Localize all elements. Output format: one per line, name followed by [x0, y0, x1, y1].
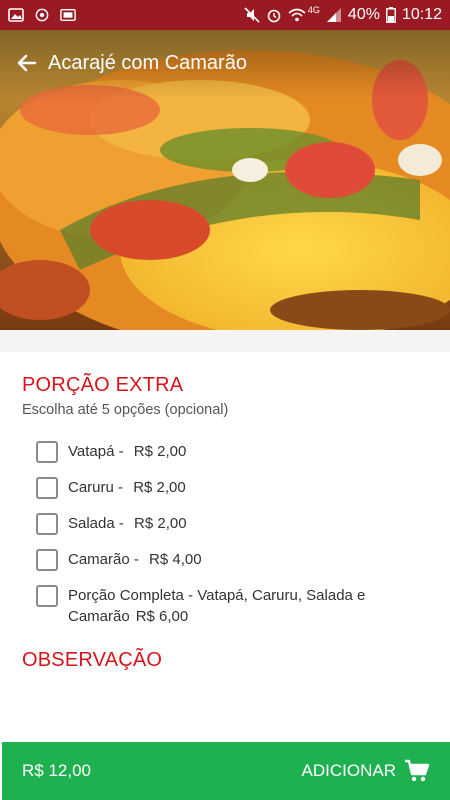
option-price: R$ 2,00	[133, 479, 186, 496]
option-vatapa[interactable]: Vatapá - R$ 2,00	[36, 441, 388, 463]
toolbar: Acarajé com Camarão	[0, 30, 450, 96]
option-salada[interactable]: Salada - R$ 2,00	[36, 513, 388, 535]
option-label: Porção Completa - Vatapá, Caruru, Salada…	[68, 587, 366, 625]
battery-icon	[386, 7, 396, 23]
section-divider	[0, 330, 450, 352]
option-porcao-completa[interactable]: Porção Completa - Vatapá, Caruru, Salada…	[36, 585, 378, 627]
chrome-notification-icon	[35, 8, 49, 22]
mute-icon	[244, 7, 260, 23]
option-label: Vatapá -	[68, 443, 128, 460]
total-price: R$ 12,00	[22, 761, 91, 780]
signal-icon	[326, 8, 341, 22]
option-camarao[interactable]: Camarão - R$ 4,00	[36, 549, 388, 571]
extra-portion-subtitle: Escolha até 5 opções (opcional)	[22, 402, 229, 418]
back-button[interactable]	[12, 48, 42, 78]
clock: 10:12	[401, 6, 442, 23]
option-price: R$ 2,00	[133, 443, 187, 460]
option-text: Caruru - R$ 2,00	[68, 477, 388, 498]
option-label: Salada -	[68, 515, 129, 532]
observation-title: OBSERVAÇÃO	[22, 649, 163, 671]
option-text: Vatapá - R$ 2,00	[68, 441, 388, 462]
product-image: Acarajé com Camarão	[0, 30, 450, 330]
image-notification-icon	[8, 8, 24, 22]
extra-portion-title: PORÇÃO EXTRA	[22, 374, 184, 396]
option-text: Camarão - R$ 4,00	[68, 549, 388, 570]
arrow-left-icon	[17, 54, 37, 72]
option-checkbox[interactable]	[36, 585, 58, 607]
photo-notification-icon	[60, 8, 76, 22]
page-title: Acarajé com Camarão	[48, 51, 247, 74]
option-text: Salada - R$ 2,00	[68, 513, 388, 534]
option-checkbox[interactable]	[36, 549, 58, 571]
battery-percent: 40%	[347, 6, 380, 23]
option-checkbox[interactable]	[36, 513, 58, 535]
status-bar: 4G 40% 10:12	[0, 0, 450, 30]
product-screen: 4G 40% 10:12 Acarajé com Camarão PORÇÃO …	[0, 0, 450, 800]
add-to-cart-button[interactable]: ADICIONAR	[302, 759, 430, 783]
alarm-icon	[267, 9, 281, 23]
option-text: Porção Completa - Vatapá, Caruru, Salada…	[68, 585, 378, 627]
option-price: R$ 6,00	[135, 608, 189, 625]
wifi-icon	[288, 8, 306, 22]
shopping-cart-icon	[405, 759, 430, 782]
option-checkbox[interactable]	[36, 477, 58, 499]
option-price: R$ 2,00	[134, 515, 187, 532]
option-checkbox[interactable]	[36, 441, 58, 463]
add-button-label: ADICIONAR	[301, 761, 396, 780]
option-price: R$ 4,00	[149, 551, 202, 568]
option-caruru[interactable]: Caruru - R$ 2,00	[36, 477, 388, 499]
network-type-label: 4G	[307, 5, 320, 15]
bottom-action-bar: R$ 12,00 ADICIONAR	[2, 742, 450, 800]
notification-icons	[8, 8, 76, 22]
option-label: Caruru -	[68, 479, 128, 496]
option-label: Camarão -	[68, 551, 144, 568]
system-indicators: 4G 40% 10:12	[244, 5, 442, 24]
